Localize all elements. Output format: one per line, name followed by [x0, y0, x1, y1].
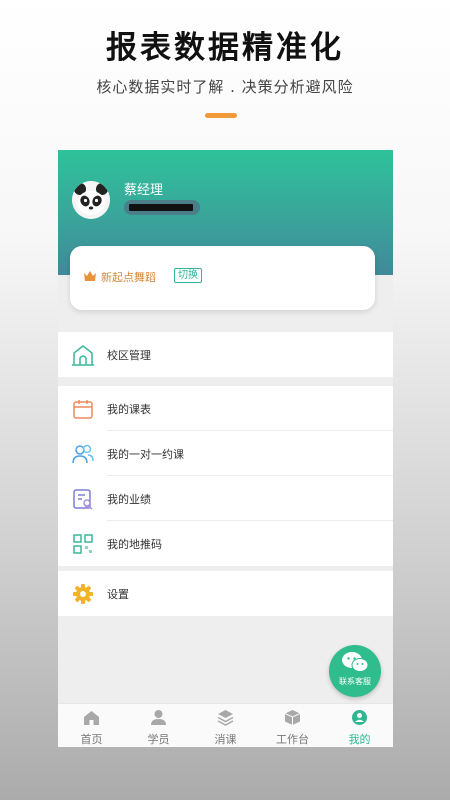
- layers-icon: [217, 710, 234, 726]
- report-icon: [73, 489, 93, 510]
- menu-group-campus: 校区管理: [58, 332, 393, 377]
- bottom-tab-bar: 首页 学员 消课 工作台 我的: [58, 703, 393, 747]
- menu-label-campus: 校区管理: [107, 349, 151, 362]
- app-screen: 蔡经理 新起点舞蹈 切换 校区管理 我的课表 我的一对一约课 我的业绩 我的地推…: [58, 150, 393, 747]
- tab-label-consume-class: 消课: [214, 733, 237, 746]
- menu-label-qrcode: 我的地推码: [107, 538, 162, 551]
- menu-item-schedule[interactable]: 我的课表: [58, 386, 393, 431]
- home-icon: [84, 711, 99, 725]
- menu-group-main: 我的课表 我的一对一约课 我的业绩 我的地推码: [58, 386, 393, 566]
- menu-label-settings: 设置: [107, 588, 129, 601]
- phone-number-redacted: [129, 204, 193, 211]
- menu-item-settings[interactable]: 设置: [58, 571, 393, 616]
- menu-item-one-on-one[interactable]: 我的一对一约课: [58, 431, 393, 476]
- menu-item-campus[interactable]: 校区管理: [58, 332, 393, 377]
- tab-workbench[interactable]: 工作台: [259, 704, 326, 747]
- building-icon: [72, 345, 94, 366]
- tab-label-workbench: 工作台: [276, 733, 309, 746]
- school-card: 新起点舞蹈 切换: [70, 246, 375, 310]
- cube-icon: [284, 710, 301, 725]
- menu-item-qrcode[interactable]: 我的地推码: [58, 521, 393, 566]
- gear-icon: [73, 584, 93, 604]
- tab-mine[interactable]: 我的: [326, 704, 393, 747]
- avatar[interactable]: [72, 181, 110, 219]
- tab-label-home: 首页: [80, 733, 103, 746]
- tab-home[interactable]: 首页: [58, 704, 125, 747]
- menu-label-one-on-one: 我的一对一约课: [107, 448, 184, 461]
- student-icon: [151, 710, 166, 725]
- customer-service-button[interactable]: 联系客服: [329, 645, 381, 697]
- calendar-icon: [73, 400, 93, 419]
- panda-avatar-icon: [72, 181, 110, 219]
- profile-icon: [352, 710, 367, 725]
- wechat-icon: [342, 652, 369, 672]
- users-icon: [72, 444, 94, 464]
- tab-label-mine: 我的: [348, 733, 371, 746]
- promo-subtitle: 核心数据实时了解 . 决策分析避风险: [96, 78, 354, 96]
- menu-item-performance[interactable]: 我的业绩: [58, 476, 393, 521]
- crown-icon: [84, 271, 96, 281]
- menu-label-performance: 我的业绩: [107, 493, 151, 506]
- qrcode-icon: [73, 534, 93, 554]
- switch-school-button[interactable]: 切换: [174, 268, 202, 283]
- school-name: 新起点舞蹈: [101, 271, 156, 284]
- tab-label-students: 学员: [147, 733, 170, 746]
- user-name: 蔡经理: [124, 183, 164, 198]
- tab-students[interactable]: 学员: [125, 704, 192, 747]
- promo-title: 报表数据精准化: [106, 30, 344, 66]
- tab-consume-class[interactable]: 消课: [192, 704, 259, 747]
- menu-group-settings: 设置: [58, 571, 393, 616]
- menu-label-schedule: 我的课表: [107, 403, 151, 416]
- promo-accent-bar: [205, 113, 237, 118]
- customer-service-label: 联系客服: [339, 677, 371, 686]
